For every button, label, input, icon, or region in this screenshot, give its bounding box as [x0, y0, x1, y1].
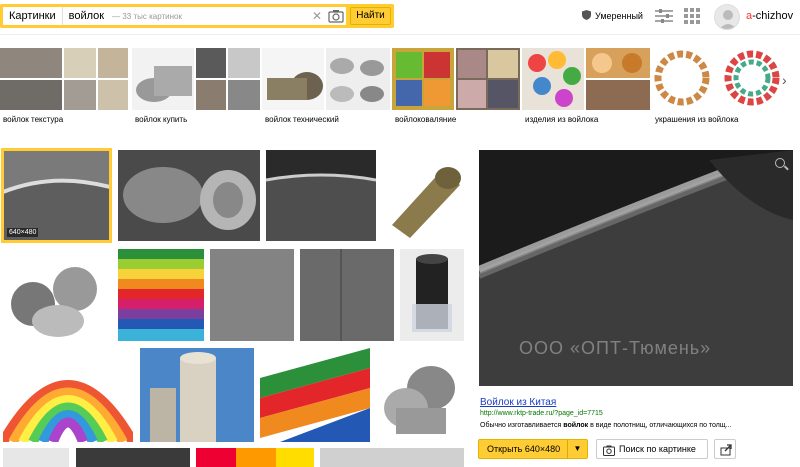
result-image[interactable] [118, 150, 260, 241]
service-tab-images[interactable]: Картинки [3, 7, 63, 25]
preview-panel: ООО «ОПТ-Тюмень» Войлок из Китая http://… [478, 148, 794, 466]
result-image[interactable] [210, 249, 294, 341]
chevron-right-icon[interactable]: › [782, 72, 787, 88]
result-image[interactable] [382, 150, 464, 241]
preview-image[interactable]: ООО «ОПТ-Тюмень» [479, 150, 793, 386]
grid-icon[interactable] [684, 8, 700, 24]
open-image-button[interactable]: Открыть 640×480 ▼ [478, 439, 588, 459]
safe-search-label: Умеренный [595, 11, 643, 21]
username[interactable]: a-chizhov [746, 10, 793, 22]
preview-title-link[interactable]: Войлок из Китая [480, 397, 556, 408]
result-image[interactable] [118, 249, 204, 341]
related-thumbnail [652, 48, 780, 110]
image-size-label: 640×480 [7, 228, 39, 237]
related-thumbnail [262, 48, 390, 110]
related-thumbnail [522, 48, 650, 110]
desc-text: Обычно изготавливается [480, 422, 564, 429]
related-label: украшения из войлока [655, 115, 739, 124]
result-image[interactable] [3, 348, 133, 442]
result-image[interactable] [266, 150, 376, 241]
related-label: войлоковаляние [395, 115, 457, 124]
related-label: войлок текстура [3, 115, 64, 124]
shield-icon [582, 10, 591, 22]
share-icon [715, 444, 737, 463]
find-button[interactable]: Найти [350, 7, 391, 25]
result-image[interactable] [3, 249, 113, 341]
related-item[interactable]: украшения из войлока [652, 48, 780, 128]
preview-description: Обычно изготавливается войлок в виде пол… [480, 422, 731, 429]
clear-icon[interactable]: ✕ [310, 9, 324, 23]
result-image[interactable] [76, 448, 190, 467]
related-thumbnail [0, 48, 128, 110]
related-item[interactable]: войлок технический [262, 48, 390, 128]
related-queries: войлок текстура войлок купить войлок тех… [0, 48, 800, 128]
chevron-down-icon[interactable]: ▼ [567, 439, 587, 459]
header: Картинки войлок — 33 тыс картинок ✕ Найт… [0, 0, 800, 34]
result-image[interactable] [320, 448, 464, 467]
username-rest: -chizhov [752, 10, 794, 22]
result-image[interactable] [300, 249, 394, 341]
search-by-image-label: Поиск по картинке [619, 444, 696, 454]
result-image-selected[interactable]: 640×480 [1, 148, 112, 243]
camera-icon[interactable] [328, 9, 344, 23]
related-item[interactable]: изделия из войлока [522, 48, 650, 128]
result-image[interactable] [376, 348, 464, 442]
preview-url-link[interactable]: http://www.rktp-trade.ru/?page_id=7715 [480, 410, 603, 417]
camera-icon [603, 444, 615, 462]
safe-search-toggle[interactable]: Умеренный [582, 10, 643, 22]
related-label: войлок купить [135, 115, 188, 124]
related-item[interactable]: войлоковаляние [392, 48, 520, 128]
open-image-label: Открыть 640×480 [487, 444, 561, 454]
watermark: ООО «ОПТ-Тюмень» [519, 338, 712, 358]
result-image[interactable] [140, 348, 254, 442]
desc-text: в виде полотнищ, отличающихся по толщ... [588, 422, 732, 429]
results-count-hint: — 33 тыс картинок [112, 11, 182, 21]
result-image[interactable] [260, 348, 370, 442]
search-field[interactable]: Картинки войлок — 33 тыс картинок ✕ [3, 7, 346, 25]
related-item[interactable]: войлок купить [132, 48, 260, 128]
search-by-image-button[interactable]: Поиск по картинке [596, 439, 708, 459]
result-image[interactable] [3, 448, 69, 467]
avatar[interactable] [714, 4, 740, 30]
settings-icon[interactable] [655, 8, 673, 24]
share-button[interactable] [714, 439, 736, 459]
related-label: войлок технический [265, 115, 339, 124]
related-thumbnail [132, 48, 260, 110]
header-divider [0, 34, 800, 35]
result-image[interactable] [196, 448, 314, 467]
result-image[interactable] [400, 249, 464, 341]
related-thumbnail [392, 48, 520, 110]
related-label: изделия из войлока [525, 115, 599, 124]
search-bar: Картинки войлок — 33 тыс картинок ✕ Найт… [0, 4, 394, 28]
related-item[interactable]: войлок текстура [0, 48, 128, 128]
search-query[interactable]: войлок [63, 10, 104, 22]
zoom-icon[interactable] [775, 158, 785, 168]
desc-highlight: войлок [563, 422, 589, 429]
